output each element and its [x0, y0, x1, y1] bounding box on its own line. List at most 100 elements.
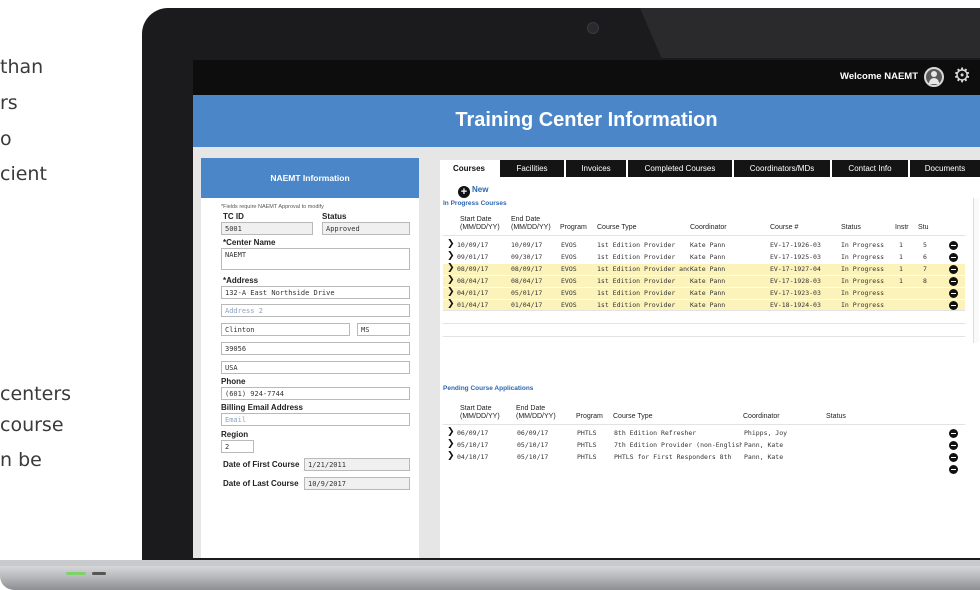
- tab-completed-courses[interactable]: Completed Courses: [628, 160, 732, 177]
- table-row[interactable]: ❯ 04/01/17 05/01/17 EVOS 1st Edition Provide…: [443, 287, 965, 299]
- cell-instr: 1: [899, 253, 903, 261]
- remove-icon[interactable]: [949, 265, 958, 274]
- address2-field[interactable]: Address 2: [221, 304, 410, 317]
- table-row[interactable]: ❯ 05/10/17 05/10/17 PHTLS 7th Edition Provid…: [443, 439, 965, 451]
- status-field[interactable]: Approved: [322, 222, 410, 235]
- table-row[interactable]: ❯ 09/01/17 09/30/17 EVOS 1st Edition Provide…: [443, 251, 965, 263]
- cell-course-num: EV-17-1927-04: [770, 265, 821, 273]
- center-name-field[interactable]: NAEMT: [221, 248, 410, 270]
- courses-panel: Courses Facilities Invoices Completed Co…: [440, 160, 980, 558]
- cell-course-type: 1st Edition Provider: [597, 241, 676, 249]
- tab-courses[interactable]: Courses: [440, 160, 498, 177]
- table-row[interactable]: ❯ 06/09/17 06/09/17 PHTLS 8th Edition Refres…: [443, 427, 965, 439]
- cell-end-date: 05/10/17: [517, 453, 549, 461]
- cell-course-type: 1st Edition Provider: [597, 253, 676, 261]
- zip-field[interactable]: 39056: [221, 342, 410, 355]
- table-row[interactable]: ❯ 08/04/17 08/04/17 EVOS 1st Edition Provide…: [443, 275, 965, 287]
- tab-coordinators[interactable]: Coordinators/MDs: [734, 160, 830, 177]
- pending-col-coordinator: Coordinator: [743, 413, 780, 420]
- row-divider: [443, 310, 965, 311]
- cell-start-date: 08/09/17: [457, 265, 489, 273]
- cell-end-date: 05/10/17: [517, 441, 549, 449]
- cell-coordinator: Kate Pann: [690, 289, 726, 297]
- cell-status: In Progress: [841, 277, 885, 285]
- new-course-button[interactable]: + New: [458, 185, 488, 198]
- chevron-right-icon[interactable]: ❯: [447, 251, 455, 261]
- remove-icon[interactable]: [949, 301, 958, 310]
- cell-end-date: 10/09/17: [511, 241, 543, 249]
- app-screen: Welcome NAEMT ⚙ Training Center Informat…: [193, 60, 980, 558]
- chevron-right-icon[interactable]: ❯: [447, 275, 455, 285]
- country-field[interactable]: USA: [221, 361, 410, 374]
- cell-instr: 1: [899, 265, 903, 273]
- region-field[interactable]: 2: [221, 440, 254, 453]
- chevron-right-icon[interactable]: ❯: [447, 427, 455, 437]
- user-icon[interactable]: [924, 67, 944, 87]
- cell-program: EVOS: [561, 301, 577, 309]
- state-field[interactable]: MS: [357, 323, 410, 336]
- city-field[interactable]: Clinton: [221, 323, 350, 336]
- cell-course-type: 7th Edition Provider (non-English: [614, 441, 742, 449]
- last-course-label: Date of Last Course: [223, 479, 299, 488]
- chevron-right-icon[interactable]: ❯: [447, 239, 455, 249]
- scrollbar[interactable]: [973, 198, 979, 343]
- cell-stu: 5: [923, 241, 927, 249]
- cell-program: EVOS: [561, 277, 577, 285]
- cell-status: In Progress: [841, 301, 885, 309]
- cell-start-date: 01/04/17: [457, 301, 489, 309]
- chevron-right-icon[interactable]: ❯: [447, 439, 455, 449]
- chevron-right-icon[interactable]: ❯: [447, 299, 455, 309]
- cell-course-num: EV-17-1928-03: [770, 277, 821, 285]
- table-row[interactable]: ❯ 04/10/17 05/10/17 PHTLS PHTLS for First Re…: [443, 451, 965, 463]
- address1-field[interactable]: 132-A East Northside Drive: [221, 286, 410, 299]
- row-divider: [443, 336, 965, 337]
- chevron-right-icon[interactable]: ❯: [447, 263, 455, 273]
- billing-email-field[interactable]: Email: [221, 413, 410, 426]
- remove-icon[interactable]: [949, 277, 958, 286]
- panel-title: NAEMT Information: [201, 158, 419, 198]
- remove-icon[interactable]: [949, 453, 958, 462]
- page-header: Training Center Information: [193, 95, 980, 147]
- phone-field[interactable]: (601) 924-7744: [221, 387, 410, 400]
- remove-icon[interactable]: [949, 465, 958, 474]
- col-end-date-line2: (MM/DD/YY): [511, 224, 551, 231]
- pending-col-status: Status: [826, 413, 846, 420]
- cell-course-num: EV-17-1926-03: [770, 241, 821, 249]
- cell-instr: 1: [899, 277, 903, 285]
- first-course-label: Date of First Course: [223, 460, 300, 469]
- remove-icon[interactable]: [949, 241, 958, 250]
- status-led: [92, 572, 106, 575]
- camera-icon: [587, 22, 599, 34]
- tc-id-label: TC ID: [223, 212, 244, 221]
- gear-icon[interactable]: ⚙: [953, 65, 971, 87]
- cell-program: EVOS: [561, 265, 577, 273]
- cell-coordinator: Phipps, Joy: [744, 429, 788, 437]
- cell-coordinator: Pann, Kate: [744, 441, 784, 449]
- remove-icon[interactable]: [949, 289, 958, 298]
- cell-program: PHTLS: [577, 429, 597, 437]
- pending-title: Pending Course Applications: [443, 385, 534, 392]
- remove-icon[interactable]: [949, 429, 958, 438]
- cell-status: In Progress: [841, 241, 885, 249]
- pending-col-start-line2: (MM/DD/YY): [460, 413, 500, 420]
- cell-program: PHTLS: [577, 441, 597, 449]
- remove-icon[interactable]: [949, 441, 958, 450]
- tc-id-field[interactable]: 5001: [221, 222, 313, 235]
- cell-coordinator: Kate Pann: [690, 241, 726, 249]
- table-row[interactable]: ❯ 10/09/17 10/09/17 EVOS 1st Edition Provide…: [443, 239, 965, 251]
- tab-documents[interactable]: Documents: [910, 160, 980, 177]
- side-text-7: n be: [0, 449, 42, 471]
- table-row[interactable]: ❯ 08/09/17 08/09/17 EVOS 1st Edition Provide…: [443, 263, 965, 275]
- remove-icon[interactable]: [949, 253, 958, 262]
- cell-program: EVOS: [561, 289, 577, 297]
- pending-col-end-date: End Date (MM/DD/YY): [516, 405, 556, 421]
- cell-course-type: 8th Edition Refresher: [614, 429, 697, 437]
- tab-invoices[interactable]: Invoices: [566, 160, 626, 177]
- tab-contact-info[interactable]: Contact Info: [832, 160, 908, 177]
- chevron-right-icon[interactable]: ❯: [447, 451, 455, 461]
- tab-facilities[interactable]: Facilities: [500, 160, 564, 177]
- side-text-4: cient: [0, 163, 47, 185]
- cell-stu: 7: [923, 265, 927, 273]
- chevron-right-icon[interactable]: ❯: [447, 287, 455, 297]
- cell-coordinator: Kate Pann: [690, 253, 726, 261]
